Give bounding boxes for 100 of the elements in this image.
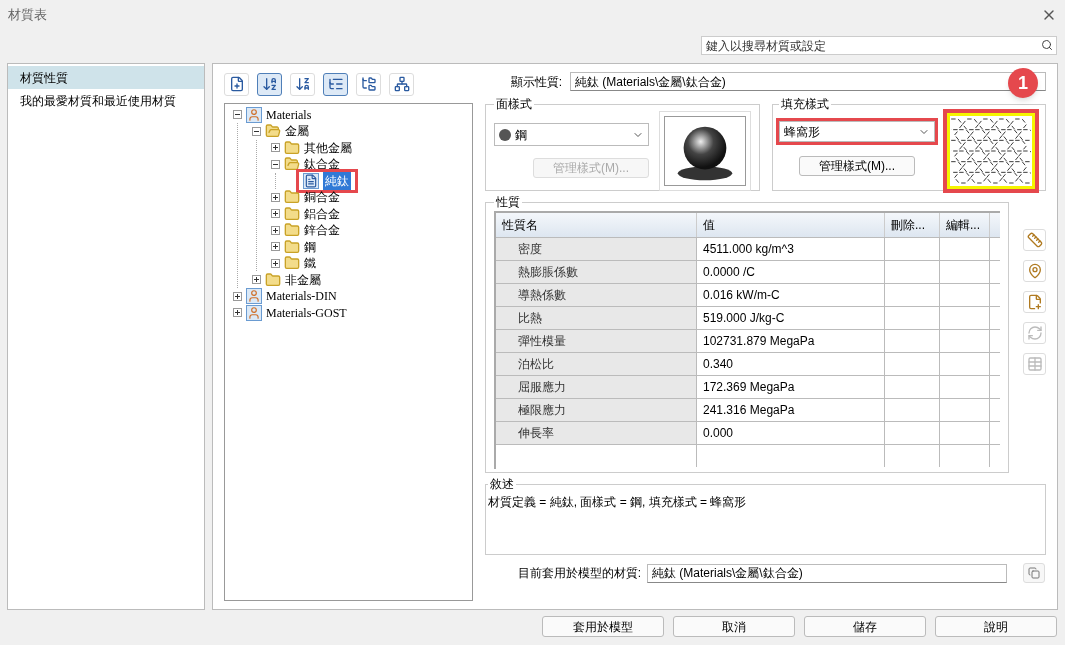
folder-icon (284, 255, 300, 271)
dropdown-value: 鋼 (515, 126, 528, 144)
folder-icon (284, 222, 300, 238)
new-material-icon (228, 76, 245, 92)
property-name-cell: 比熱 (496, 307, 697, 329)
window-title: 材質表 (8, 6, 47, 25)
tree-item[interactable]: 鋁合金 (304, 204, 340, 223)
sidebar-item[interactable]: 我的最愛材質和最近使用材質 (8, 89, 204, 112)
toolbar-button[interactable] (257, 72, 282, 96)
library-icon (246, 288, 262, 304)
library-icon (246, 106, 262, 123)
callout-badge: 1 (1008, 68, 1038, 98)
dropdown-value: 蜂窩形 (784, 123, 821, 141)
fill-pattern-dropdown[interactable]: 蜂窩形 (779, 121, 935, 142)
search-field[interactable]: 鍵入以搜尋材質或設定 (701, 36, 1057, 55)
library-icon (246, 304, 262, 321)
folder-icon (284, 156, 300, 172)
current-material-label: 目前套用於模型的材質: (516, 565, 641, 582)
dialog-button[interactable]: 取消 (673, 616, 795, 637)
copy-icon (1028, 567, 1040, 579)
display-label: 顯示性質: (509, 73, 563, 91)
property-value-cell: 241.316 MegaPa (697, 399, 885, 421)
folder-icon (284, 139, 300, 156)
property-value-cell: 0.016 kW/m-C (697, 284, 885, 306)
toolbar-button[interactable] (323, 72, 348, 96)
column-header[interactable]: 編輯... (940, 213, 990, 237)
property-name-cell: 極限應力 (496, 399, 697, 421)
property-name-cell: 彈性模量 (496, 330, 697, 352)
property-name-cell: 密度 (496, 238, 697, 260)
face-style-dropdown[interactable]: 鋼 (494, 123, 649, 146)
current-material-field: 純鈦 (Materials\金屬\鈦合金) (647, 563, 1007, 583)
tree-item[interactable]: 其他金屬 (304, 138, 352, 157)
tree-item[interactable]: Materials-DIN (266, 287, 337, 305)
sidebar-item[interactable]: 材質性質 (8, 66, 204, 89)
plus-icon[interactable] (233, 308, 242, 317)
manage-styles-button[interactable]: 管理樣式(M)... (799, 156, 915, 176)
group-title: 面樣式 (495, 96, 533, 113)
property-name-cell: 泊松比 (496, 353, 697, 375)
tree-item[interactable]: Materials-GOST (266, 303, 347, 322)
column-header[interactable]: 性質名 (496, 213, 697, 237)
plus-icon[interactable] (271, 143, 280, 152)
search-icon[interactable] (1041, 39, 1053, 51)
folder-icon (284, 189, 300, 205)
description-text: 材質定義 = 純鈦, 面樣式 = 鋼, 填充樣式 = 蜂窩形 (488, 494, 748, 511)
tree-item[interactable]: 鈦合金 (304, 155, 340, 173)
tree-item[interactable]: 鋅合金 (304, 221, 340, 239)
property-value-cell: 0.0000 /C (697, 261, 885, 283)
minus-icon[interactable] (271, 159, 280, 169)
plus-icon[interactable] (271, 242, 280, 251)
plus-icon[interactable] (252, 275, 261, 284)
dialog-button[interactable]: 套用於模型 (542, 616, 664, 637)
side-tool-button[interactable] (1023, 229, 1046, 251)
table-icon (1026, 356, 1043, 372)
folder-icon (284, 238, 300, 255)
property-value-cell: 172.369 MegaPa (697, 376, 885, 398)
dialog-button[interactable]: 儲存 (804, 616, 926, 637)
branch-list-icon (393, 76, 410, 92)
ruler-icon (1026, 232, 1043, 248)
group-title: 性質 (495, 194, 521, 211)
property-value-cell: 0.000 (697, 422, 885, 444)
column-header[interactable]: 刪除... (885, 213, 940, 237)
side-tool-button[interactable] (1023, 260, 1046, 282)
group-title: 填充樣式 (780, 96, 830, 113)
folder-icon (265, 271, 281, 288)
property-name-cell: 導熱係數 (496, 284, 697, 306)
map-pin-icon (1026, 263, 1043, 279)
property-value-cell: 0.340 (697, 353, 885, 375)
dialog-button[interactable]: 說明 (935, 616, 1057, 637)
tree-item[interactable]: 銅合金 (304, 188, 340, 206)
tree-item[interactable]: Materials (266, 105, 312, 124)
plus-icon[interactable] (271, 192, 280, 202)
add-document-icon (1026, 294, 1043, 310)
sort-descending-icon (294, 76, 311, 92)
folder-tree-icon (360, 76, 377, 92)
property-value-cell: 102731.879 MegaPa (697, 330, 885, 352)
property-value-cell: 4511.000 kg/m^3 (697, 238, 885, 260)
tree-item[interactable]: 鋼 (304, 237, 316, 256)
column-header[interactable]: 值 (697, 213, 885, 237)
folder-icon (284, 205, 300, 222)
property-name-cell: 屈服應力 (496, 376, 697, 398)
property-name-cell: 熱膨脹係數 (496, 261, 697, 283)
tree-item[interactable]: 金屬 (285, 122, 309, 140)
plus-icon[interactable] (271, 209, 280, 218)
property-value-cell: 519.000 J/kg-C (697, 307, 885, 329)
plus-icon[interactable] (271, 225, 280, 235)
tree-item[interactable]: 非金屬 (285, 270, 321, 289)
tree-item[interactable]: 鐵 (304, 254, 316, 272)
sort-ascending-icon (261, 76, 278, 92)
property-name-cell: 伸長率 (496, 422, 697, 444)
tree-item[interactable]: 純鈦 (323, 171, 351, 190)
minus-icon[interactable] (233, 110, 242, 119)
refresh-icon (1026, 325, 1043, 341)
plus-icon[interactable] (271, 258, 280, 268)
side-tool-button[interactable] (1023, 291, 1046, 313)
group-title: 敘述 (489, 476, 515, 493)
minus-icon[interactable] (252, 126, 261, 136)
material-icon (303, 172, 319, 189)
plus-icon[interactable] (233, 291, 242, 301)
tree-list-icon (327, 76, 344, 92)
folder-icon (265, 123, 281, 139)
